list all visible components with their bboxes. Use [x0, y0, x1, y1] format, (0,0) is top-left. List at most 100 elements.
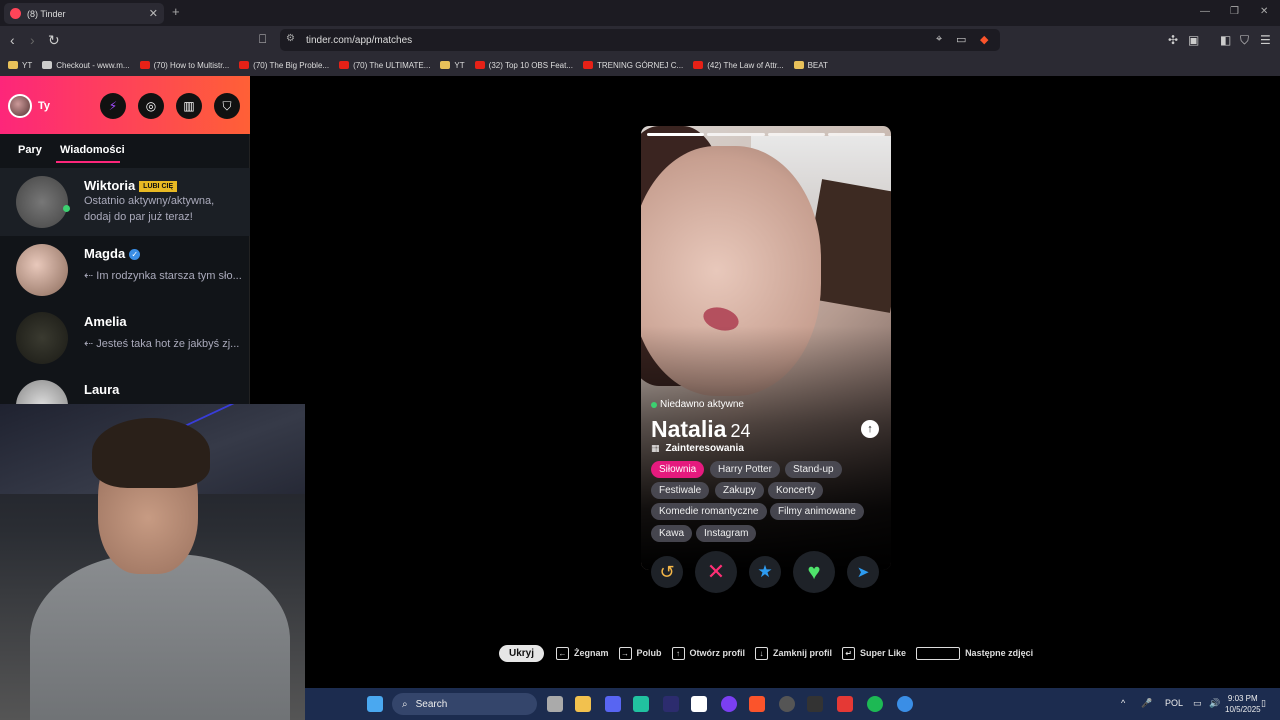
bookmark-item[interactable]: (42) The Law of Attr...	[693, 61, 784, 70]
spotify-icon[interactable]	[867, 696, 883, 712]
my-avatar[interactable]	[8, 94, 32, 118]
explore-icon[interactable]: ◎	[138, 93, 164, 119]
globe-icon[interactable]	[897, 696, 913, 712]
arrow-up-key-icon: ↑	[671, 646, 685, 660]
match-item-amelia[interactable]: Amelia ⇠ Jesteś taka hot że jakbyś zj...	[0, 304, 250, 372]
match-item-magda[interactable]: Magda ✓ ⇠ Im rodzynka starsza tym sło...	[0, 236, 250, 304]
photo-progress-bar[interactable]	[647, 133, 705, 136]
steam-icon[interactable]	[779, 696, 795, 712]
browser-tab[interactable]: (8) Tinder ✕	[4, 3, 164, 24]
tab-title: (8) Tinder	[27, 8, 66, 19]
discord-icon[interactable]	[605, 696, 621, 712]
microphone-icon[interactable]: 🎤	[1141, 698, 1152, 709]
minimize-icon[interactable]: —	[1200, 6, 1210, 17]
bookmark-item[interactable]: (32) Top 10 OBS Feat...	[474, 61, 573, 70]
new-tab-icon[interactable]: +	[172, 4, 180, 19]
obs-icon[interactable]	[721, 696, 737, 712]
profile-card[interactable]: Niedawno aktywne Natalia 24 ↑ ▦ Zainteres…	[641, 126, 891, 570]
photo-progress-bar[interactable]	[707, 133, 765, 136]
heart-icon: ♥	[807, 559, 821, 584]
super-like-button[interactable]: ★	[749, 556, 781, 588]
close-icon: ✕	[706, 559, 726, 584]
restore-icon[interactable]: ❐	[1230, 6, 1239, 17]
brave-shield-icon[interactable]: ◆	[980, 33, 988, 46]
interest-chip: Koncerty	[768, 482, 824, 499]
taskbar-search[interactable]: ⌕ Search	[392, 693, 537, 715]
youtube-icon	[139, 61, 150, 69]
profile-name: Natalia 24	[651, 416, 751, 442]
boost-button[interactable]: ➤	[847, 556, 879, 588]
address-bar[interactable]: ⚙ tinder.com/app/matches ⌖ ▭ ◆	[280, 29, 1000, 51]
work-icon[interactable]: ▥	[176, 93, 202, 119]
volume-icon[interactable]: 🔊	[1209, 698, 1220, 709]
match-item-wiktoria[interactable]: Wiktoria LUBI CIĘ Ostatnio aktywny/aktywn…	[0, 168, 250, 236]
wallet-icon[interactable]: ▣	[1188, 33, 1199, 47]
tray-expand-icon[interactable]: ^	[1121, 698, 1125, 708]
nope-button[interactable]: ✕	[695, 551, 737, 593]
arrow-down-key-icon: ↓	[755, 646, 769, 660]
boost-icon[interactable]: ⚡	[100, 93, 126, 119]
sidebar-toggle-icon[interactable]: ◧	[1220, 33, 1231, 47]
taskbar-clock[interactable]: 9:03 PM 10/5/2025	[1225, 693, 1261, 715]
bookmark-item[interactable]: (70) How to Multistr...	[139, 61, 229, 70]
webcam-person-body	[30, 554, 290, 720]
photo-progress-bar[interactable]	[767, 133, 825, 136]
bookmarks-bar: YT Checkout - www.m... (70) How to Multi…	[0, 54, 1280, 76]
bookmark-item[interactable]: TRENING GÓRNEJ C...	[583, 61, 683, 70]
task-view-icon[interactable]	[547, 696, 563, 712]
match-message: Ostatnio aktywny/aktywna, dodaj do par j…	[84, 195, 215, 223]
interest-chip: Siłownia	[651, 461, 705, 478]
photo-progress-bar[interactable]	[827, 133, 885, 136]
rewind-button[interactable]: ↺	[651, 556, 683, 588]
match-name: Laura	[84, 382, 120, 397]
bookmark-folder[interactable]: BEAT	[793, 61, 828, 70]
bookmark-item[interactable]: (70) The ULTIMATE...	[339, 61, 430, 70]
capcut-icon[interactable]	[691, 696, 707, 712]
terminal-icon[interactable]	[807, 696, 823, 712]
close-tab-icon[interactable]: ✕	[149, 7, 158, 20]
cast-icon[interactable]: ▭	[956, 33, 966, 46]
file-explorer-icon[interactable]	[575, 696, 591, 712]
back-icon[interactable]: ‹	[10, 32, 15, 48]
windows-taskbar: ⌕ Search ^ 🎤 POL ▭ 🔊 9:03 PM 10/5/2025 ▯	[305, 688, 1280, 720]
forward-icon[interactable]: ›	[30, 32, 35, 48]
send-icon: ➤	[856, 564, 870, 581]
online-indicator	[63, 205, 70, 212]
location-icon[interactable]: ⌖	[936, 33, 942, 46]
interest-chip: Komedie romantyczne	[651, 503, 767, 520]
menu-icon[interactable]: ☰	[1260, 33, 1271, 47]
page-icon	[42, 61, 53, 69]
premiere-icon[interactable]	[663, 696, 679, 712]
tab-pary[interactable]: Pary	[18, 144, 42, 156]
folder-icon	[440, 61, 451, 69]
display-icon[interactable]: ▭	[1193, 698, 1202, 709]
verified-icon: ✓	[129, 249, 141, 261]
browser-tab-bar: (8) Tinder ✕ + — ❐ ✕	[0, 0, 1280, 26]
my-profile-label[interactable]: Ty	[38, 100, 50, 112]
safety-shield-icon[interactable]: ⛉	[214, 93, 240, 119]
interest-chip: Kawa	[651, 525, 693, 542]
tab-wiadomosci[interactable]: Wiadomości	[60, 144, 125, 156]
vpn-icon[interactable]: ⛉	[1240, 33, 1249, 48]
open-profile-arrow-icon[interactable]: ↑	[861, 420, 879, 438]
bookmark-folder-yt[interactable]: YT	[8, 61, 32, 70]
bookmark-item[interactable]: Checkout - www.m...	[42, 61, 130, 70]
youtube-icon	[583, 61, 593, 69]
like-button[interactable]: ♥	[793, 551, 835, 593]
match-message: ⇠ Jesteś taka hot że jakbyś zj...	[84, 338, 240, 350]
bookmark-item[interactable]: (70) The Big Proble...	[239, 61, 329, 70]
hide-hints-button[interactable]: Ukryj	[499, 644, 545, 662]
close-window-icon[interactable]: ✕	[1260, 6, 1268, 17]
reload-icon[interactable]: ↻	[48, 32, 60, 49]
bookmark-folder[interactable]: YT	[440, 61, 465, 70]
interests-heading: ▦ Zainteresowania	[651, 443, 744, 454]
bookmark-icon[interactable]: ⎕	[259, 32, 266, 47]
language-indicator[interactable]: POL	[1165, 698, 1183, 708]
extensions-icon[interactable]: ✣	[1168, 33, 1178, 47]
site-info-icon[interactable]: ⚙	[286, 33, 295, 44]
start-icon[interactable]	[367, 696, 383, 712]
recorder-icon[interactable]	[837, 696, 853, 712]
app-icon[interactable]	[633, 696, 649, 712]
notification-icon[interactable]: ▯	[1261, 698, 1266, 709]
brave-icon[interactable]	[749, 696, 765, 712]
